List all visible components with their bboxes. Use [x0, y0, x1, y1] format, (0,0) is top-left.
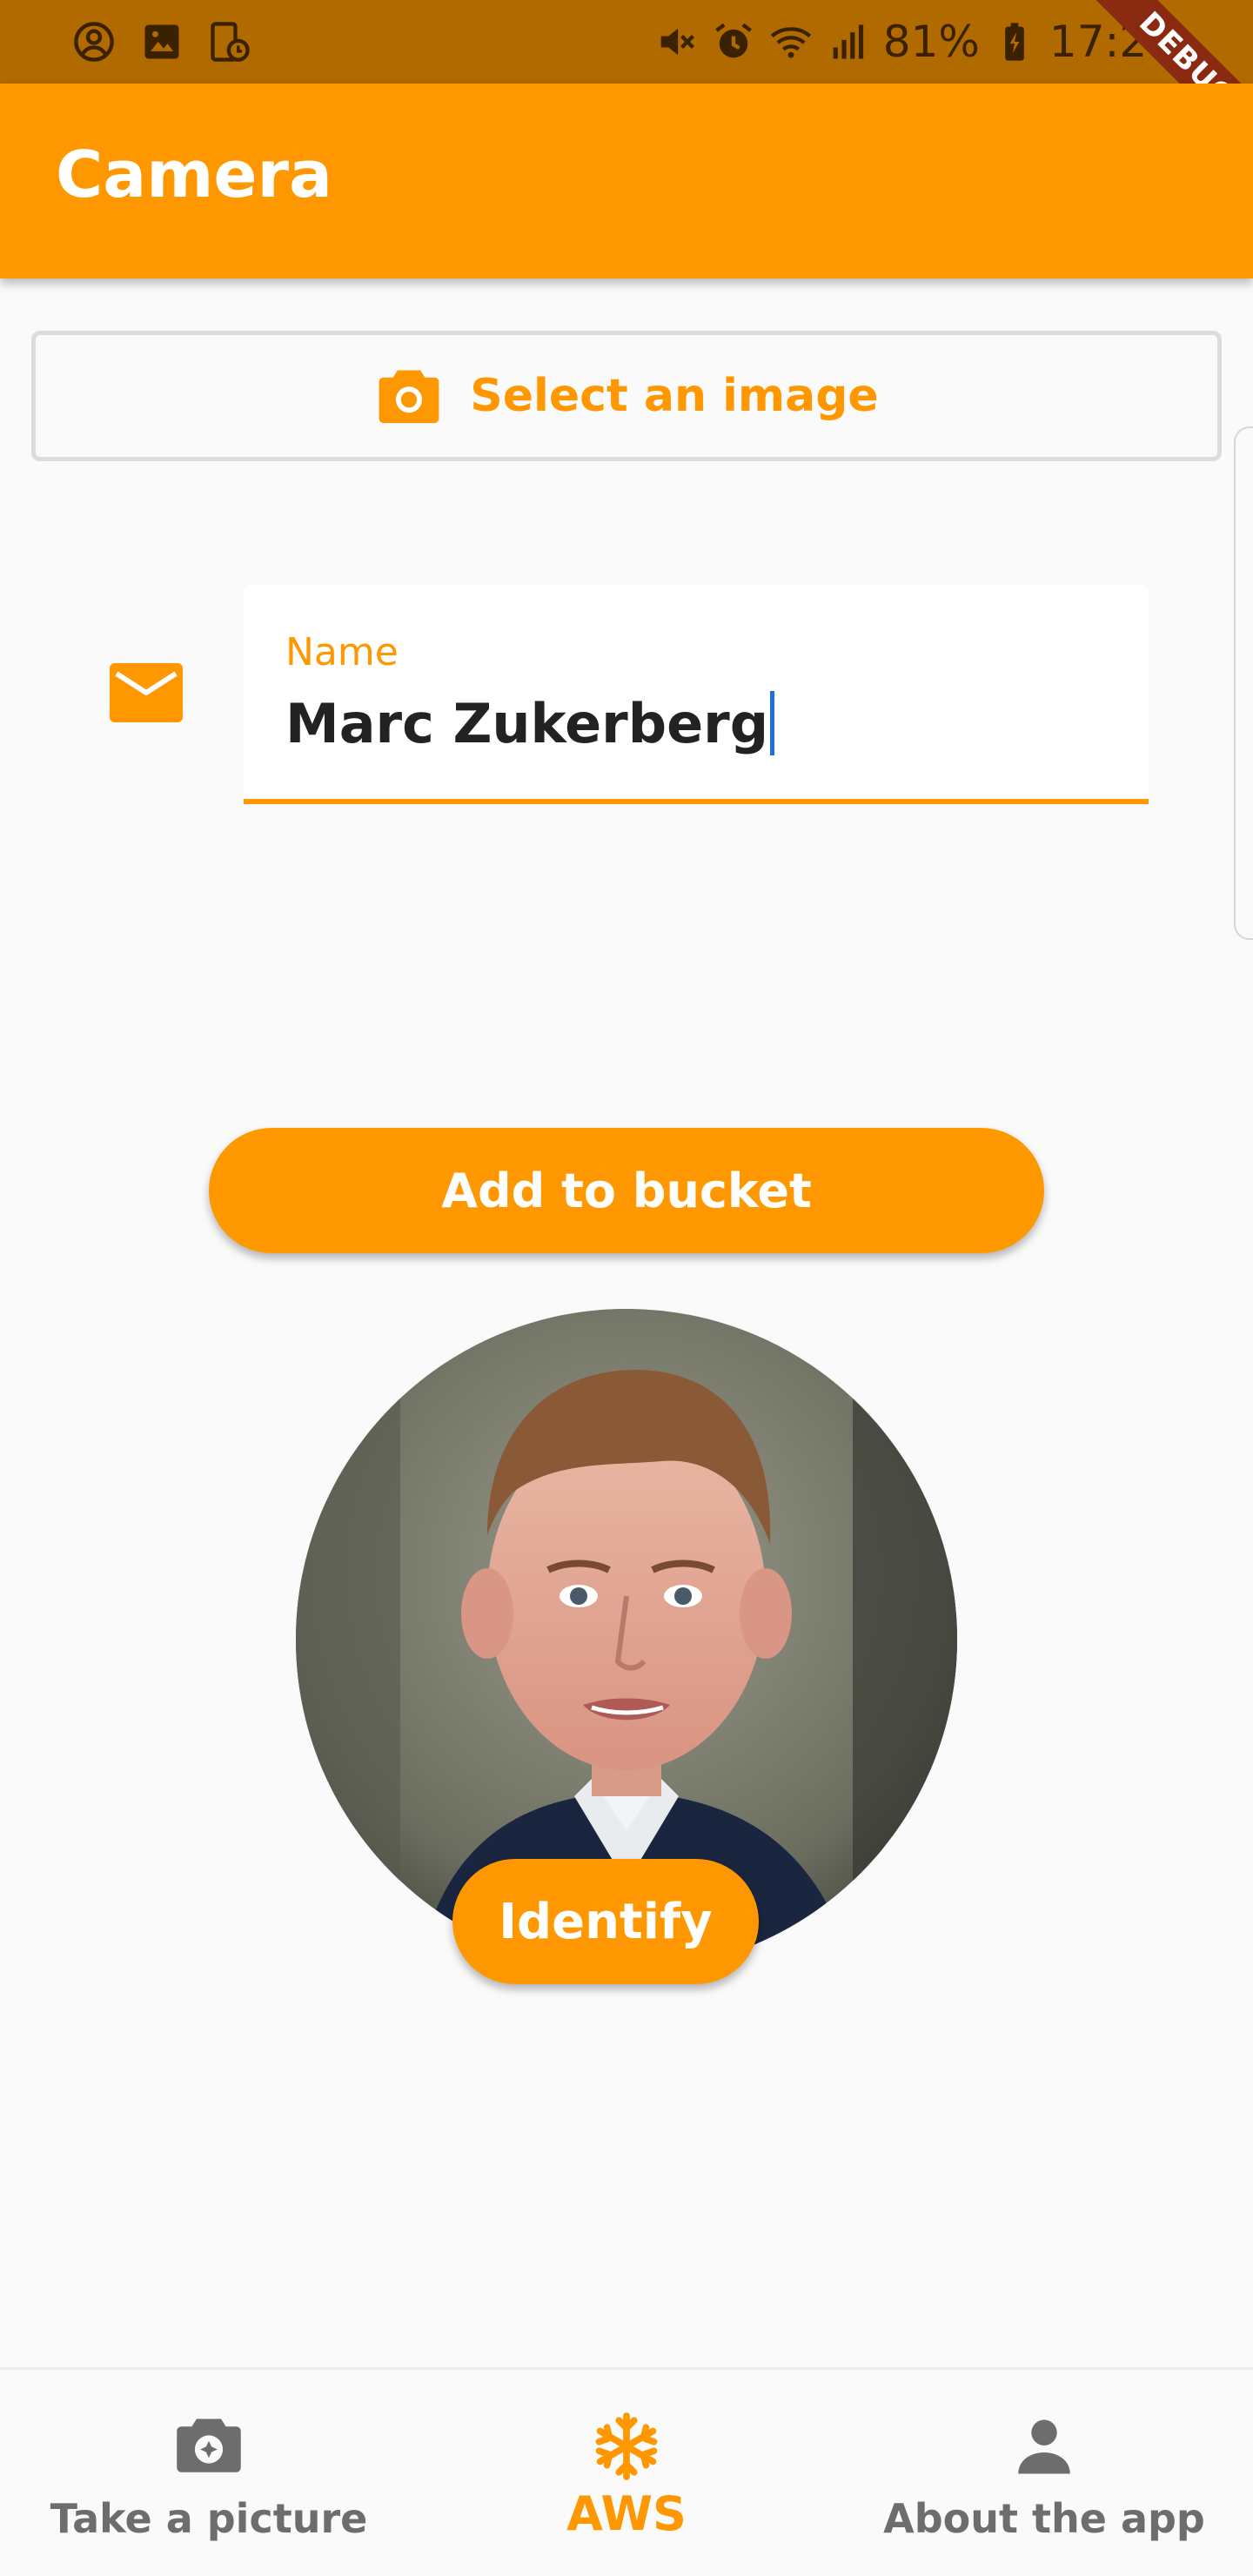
- name-field[interactable]: Name Marc Zukerberg: [244, 585, 1149, 804]
- mute-icon: [660, 28, 694, 56]
- camera-icon: [177, 2418, 241, 2472]
- page-title: Camera: [56, 138, 332, 212]
- screenshot-schedule-icon: [211, 22, 250, 62]
- person-icon: [1018, 2419, 1070, 2474]
- identify-button[interactable]: Identify: [452, 1859, 759, 1984]
- name-field-label: Name: [285, 630, 399, 674]
- nav-item-take-a-picture[interactable]: Take a picture: [35, 2370, 383, 2576]
- status-bar: 81% 17:28 DEBUG: [0, 0, 1253, 168]
- image-icon: [144, 24, 179, 59]
- nav-label-about-the-app: About the app: [883, 2495, 1205, 2542]
- text-cursor: [770, 691, 775, 755]
- account-circle-icon: [74, 22, 114, 62]
- mail-icon: [110, 663, 183, 722]
- select-image-button[interactable]: Select an image: [31, 331, 1222, 461]
- signal-icon: [833, 24, 863, 59]
- nav-item-about-the-app[interactable]: About the app: [870, 2370, 1218, 2576]
- battery-percent: 81%: [882, 17, 980, 67]
- nav-label-aws: AWS: [566, 2486, 687, 2541]
- alarm-icon: [714, 23, 752, 58]
- add-to-bucket-button[interactable]: Add to bucket: [209, 1128, 1044, 1253]
- wifi-icon: [770, 27, 811, 58]
- notification-icons: [71, 19, 252, 64]
- name-input[interactable]: Marc Zukerberg: [285, 684, 775, 762]
- nav-item-aws[interactable]: AWS: [487, 2370, 766, 2576]
- camera-icon: [379, 370, 439, 424]
- app-bar: Camera: [0, 84, 1253, 278]
- name-input-value: Marc Zukerberg: [285, 691, 769, 755]
- bottom-navigation: Take a picture AWS About the app: [0, 2367, 1253, 2576]
- nav-label-take-a-picture: Take a picture: [50, 2495, 368, 2542]
- scroll-handle[interactable]: [1234, 426, 1253, 940]
- battery-charging-icon: [1005, 23, 1024, 61]
- snowflake-icon: [595, 2412, 658, 2480]
- select-image-label: Select an image: [470, 370, 879, 422]
